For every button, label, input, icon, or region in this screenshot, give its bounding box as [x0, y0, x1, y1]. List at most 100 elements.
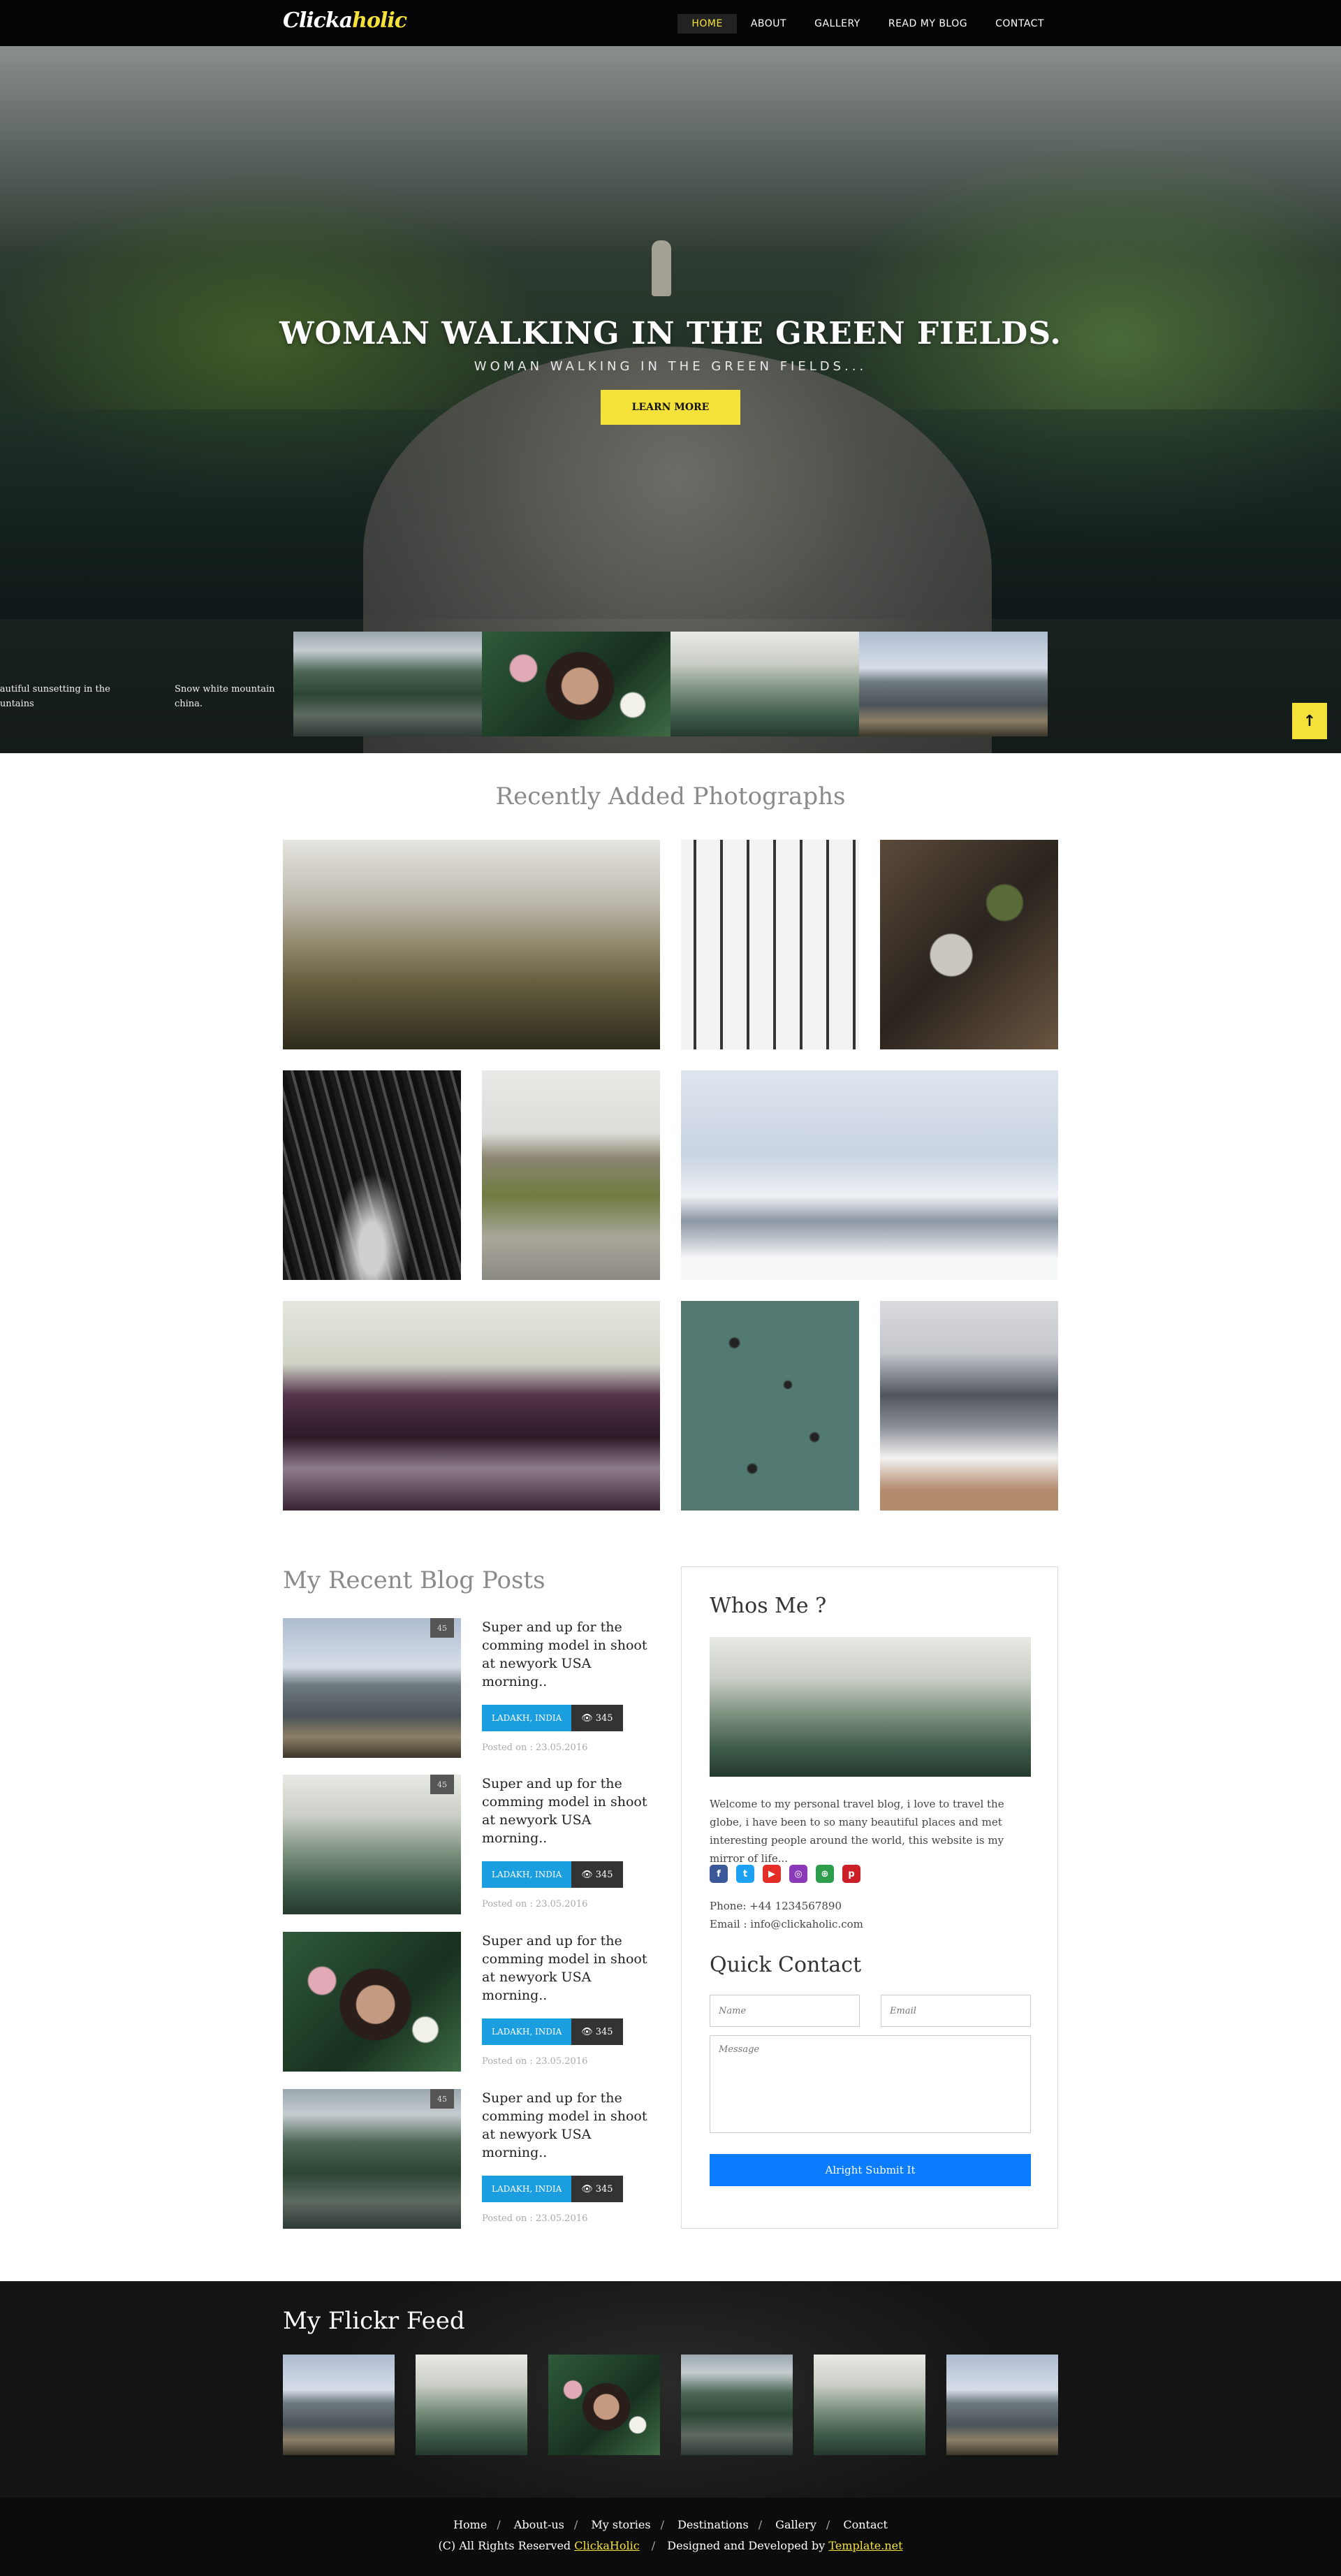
slide-caption-2: Snow white mountain china.	[175, 684, 275, 709]
blog-post[interactable]: 45 Super and up for the comming model in…	[283, 1775, 653, 1914]
post-date: Posted on : 23.05.2016	[482, 1742, 588, 1753]
nav-blog[interactable]: READ MY BLOG	[874, 14, 981, 34]
footer-link-about[interactable]: About-us	[514, 2518, 564, 2531]
learn-more-button[interactable]: LEARN MORE	[601, 390, 740, 425]
nav-gallery[interactable]: GALLERY	[800, 14, 874, 34]
comment-count-badge: 45	[430, 2089, 454, 2109]
slider-thumb-4[interactable]	[859, 632, 1048, 736]
gallery-title: Recently Added Photographs	[495, 783, 846, 810]
post-image[interactable]: 45	[283, 1618, 461, 1758]
gallery-photo-1[interactable]	[283, 840, 660, 1049]
slider-thumbnails	[293, 632, 1048, 736]
instagram-icon[interactable]: ◎	[789, 1865, 807, 1883]
pinterest-icon[interactable]: p	[842, 1865, 860, 1883]
site-logo[interactable]: Clickaholic	[283, 8, 407, 33]
footer-link-home[interactable]: Home	[453, 2518, 487, 2531]
flickr-photo-4[interactable]	[681, 2355, 793, 2455]
slider-thumb-1[interactable]	[293, 632, 482, 736]
dribbble-icon[interactable]: ⊕	[816, 1865, 834, 1883]
gallery-photo-9[interactable]	[880, 1301, 1058, 1511]
slider-thumb-2[interactable]	[482, 632, 670, 736]
gallery-photo-2[interactable]	[681, 840, 859, 1049]
location-tag[interactable]: LADAKH, INDIA	[482, 2018, 572, 2045]
flickr-photo-3[interactable]	[548, 2355, 660, 2455]
blog-post[interactable]: Super and up for the comming model in sh…	[283, 1932, 653, 2072]
contact-email[interactable]: Email : info@clickaholic.com	[710, 1918, 863, 1930]
submit-button[interactable]: Alright Submit It	[710, 2154, 1031, 2186]
arrow-up-icon: ↑	[1303, 712, 1317, 730]
views-count: 👁 345	[571, 1705, 623, 1731]
flickr-photo-6[interactable]	[946, 2355, 1058, 2455]
views-count: 👁 345	[571, 2018, 623, 2045]
post-title[interactable]: Super and up for the comming model in sh…	[482, 1932, 657, 2004]
location-tag[interactable]: LADAKH, INDIA	[482, 2176, 572, 2202]
twitter-icon[interactable]: t	[736, 1865, 754, 1883]
footer-link-gallery[interactable]: Gallery	[775, 2518, 816, 2531]
post-title[interactable]: Super and up for the comming model in sh…	[482, 1618, 657, 1691]
slider-thumb-3[interactable]	[670, 632, 859, 736]
template-net-link[interactable]: Template.net	[828, 2539, 902, 2552]
nav-home[interactable]: HOME	[677, 14, 737, 34]
post-image[interactable]: 45	[283, 1775, 461, 1914]
views-count: 👁 345	[571, 1861, 623, 1888]
views-count: 👁 345	[571, 2176, 623, 2202]
gallery-photo-5[interactable]	[482, 1070, 660, 1280]
location-tag[interactable]: LADAKH, INDIA	[482, 1861, 572, 1888]
post-image[interactable]: 45	[283, 2089, 461, 2229]
flickr-photo-5[interactable]	[814, 2355, 925, 2455]
gallery-photo-3[interactable]	[880, 840, 1058, 1049]
footer-link-stories[interactable]: My stories	[591, 2518, 650, 2531]
top-navbar: Clickaholic HOME ABOUT GALLERY READ MY B…	[0, 0, 1341, 46]
flickr-section	[0, 2281, 1341, 2498]
logo-main: Clicka	[283, 8, 353, 33]
nav-contact[interactable]: CONTACT	[981, 14, 1058, 34]
hero-subtitle: WOMAN WALKING IN THE GREEN FIELDS...	[474, 359, 867, 374]
gallery-photo-4[interactable]	[283, 1070, 461, 1280]
comment-count-badge: 45	[430, 1618, 454, 1638]
facebook-icon[interactable]: f	[710, 1865, 728, 1883]
post-meta: LADAKH, INDIA 👁 345	[482, 2176, 623, 2202]
about-image	[710, 1637, 1031, 1777]
about-title: Whos Me ?	[710, 1594, 827, 1618]
slide-caption-1: eautiful sunsetting in the ountains	[0, 684, 110, 709]
brand-link[interactable]: ClickaHolic	[574, 2539, 639, 2552]
name-input[interactable]	[710, 1995, 860, 2027]
comment-count-badge: 45	[430, 1775, 454, 1794]
post-date: Posted on : 23.05.2016	[482, 2056, 588, 2067]
eye-icon: 👁	[581, 2026, 593, 2037]
designed-by-text: Designed and Developed by	[667, 2539, 826, 2552]
gallery-photo-8[interactable]	[681, 1301, 859, 1511]
blog-post[interactable]: 45 Super and up for the comming model in…	[283, 1618, 653, 1758]
social-links: f t ▶ ◎ ⊕ p	[710, 1865, 860, 1883]
post-meta: LADAKH, INDIA 👁 345	[482, 2018, 623, 2045]
blog-title: My Recent Blog Posts	[283, 1566, 545, 1594]
youtube-icon[interactable]: ▶	[763, 1865, 781, 1883]
about-text: Welcome to my personal travel blog, i lo…	[710, 1798, 1004, 1865]
views-value: 345	[595, 2026, 613, 2037]
scroll-to-top-button[interactable]: ↑	[1292, 703, 1327, 739]
footer-link-destinations[interactable]: Destinations	[677, 2518, 749, 2531]
footer	[0, 2498, 1341, 2576]
email-input[interactable]	[881, 1995, 1031, 2027]
contact-phone: Phone: +44 1234567890	[710, 1900, 842, 1912]
eye-icon: 👁	[581, 1712, 593, 1724]
gallery-photo-6[interactable]	[681, 1070, 1058, 1280]
views-value: 345	[595, 1712, 613, 1724]
hero-title: WOMAN WALKING IN THE GREEN FIELDS.	[279, 316, 1062, 351]
logo-accent: holic	[352, 8, 407, 33]
post-date: Posted on : 23.05.2016	[482, 1899, 588, 1909]
hero-slider: WOMAN WALKING IN THE GREEN FIELDS. WOMAN…	[0, 46, 1341, 753]
nav-about[interactable]: ABOUT	[737, 14, 800, 34]
footer-link-contact[interactable]: Contact	[843, 2518, 888, 2531]
flickr-photo-1[interactable]	[283, 2355, 395, 2455]
about-sidebar: Whos Me ? Welcome to my personal travel …	[681, 1566, 1058, 2229]
post-title[interactable]: Super and up for the comming model in sh…	[482, 2089, 657, 2162]
post-title[interactable]: Super and up for the comming model in sh…	[482, 1775, 657, 1847]
blog-post[interactable]: 45 Super and up for the comming model in…	[283, 2089, 653, 2229]
location-tag[interactable]: LADAKH, INDIA	[482, 1705, 572, 1731]
flickr-photo-2[interactable]	[416, 2355, 527, 2455]
gallery-photo-7[interactable]	[283, 1301, 660, 1511]
post-image[interactable]	[283, 1932, 461, 2072]
footer-links: Home / About-us / My stories / Destinations…	[453, 2518, 888, 2531]
message-input[interactable]	[710, 2035, 1031, 2133]
